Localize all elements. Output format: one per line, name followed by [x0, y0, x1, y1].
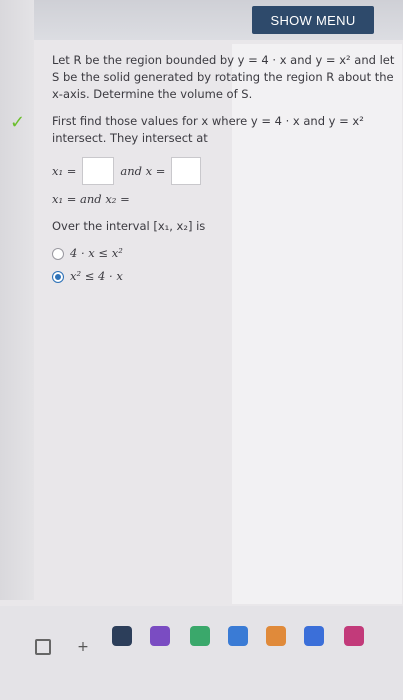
question-text: Let R be the region bounded by y = 4 · x… — [52, 53, 395, 101]
intersection-row: x₁ = and x = — [52, 157, 397, 185]
extension-icon[interactable] — [266, 626, 286, 646]
extension-icon[interactable] — [190, 626, 210, 646]
check-icon: ✓ — [10, 112, 26, 133]
radio-button-selected[interactable] — [52, 270, 64, 283]
question-body: Let R be the region bounded by y = 4 · x… — [52, 52, 397, 291]
radio-button[interactable] — [52, 247, 64, 260]
tab-icon[interactable] — [32, 636, 54, 658]
x1-x2-row: x₁ = and x₂ = — [52, 191, 397, 208]
option-x2-le-4x[interactable]: x² ≤ 4 · x — [52, 268, 397, 285]
extension-icon[interactable] — [150, 626, 170, 646]
browser-toolbar — [0, 606, 403, 700]
extension-icon[interactable] — [228, 626, 248, 646]
show-menu-button[interactable]: SHOW MENU — [252, 6, 374, 34]
extension-icon[interactable] — [344, 626, 364, 646]
interval-options: 4 · x ≤ x² x² ≤ 4 · x — [52, 245, 397, 285]
x1-input[interactable] — [82, 157, 115, 185]
extension-icon[interactable] — [304, 626, 324, 646]
option-label: x² ≤ 4 · x — [70, 269, 123, 283]
left-gutter — [0, 0, 34, 600]
and-x-label: and x = — [120, 163, 166, 178]
option-4x-le-x2[interactable]: 4 · x ≤ x² — [52, 245, 397, 262]
x1-label: x₁ = — [52, 163, 77, 178]
plus-icon[interactable]: + — [72, 636, 94, 658]
intersection-prompt: First find those values for x where y = … — [52, 114, 364, 145]
snagit-icon[interactable] — [112, 626, 132, 646]
x2-input[interactable] — [171, 157, 202, 185]
option-label: 4 · x ≤ x² — [70, 246, 123, 260]
interval-text: Over the interval [x₁, x₂] is — [52, 219, 206, 233]
x1-x2-label: x₁ = and x₂ = — [52, 192, 130, 206]
